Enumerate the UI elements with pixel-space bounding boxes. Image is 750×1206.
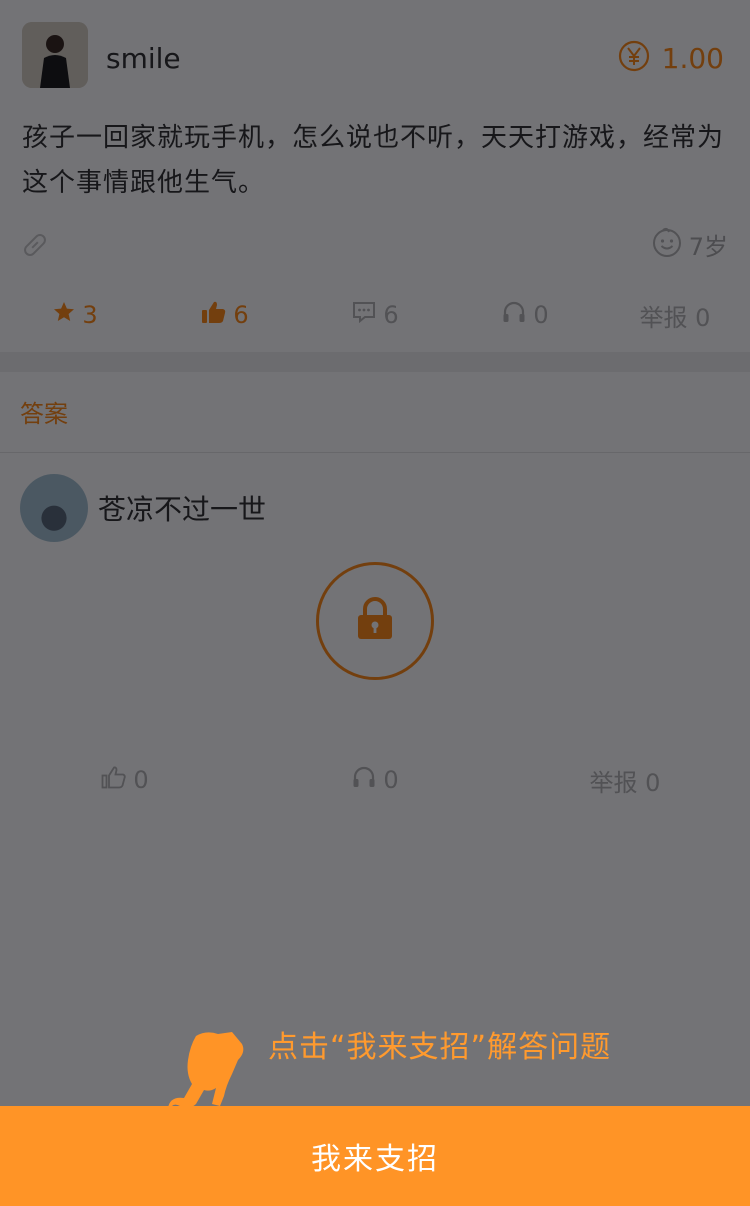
answer-section-title: 答案 xyxy=(20,400,68,428)
divider xyxy=(0,452,750,453)
comment-count: 6 xyxy=(383,301,399,329)
give-advice-button[interactable]: 我来支招 xyxy=(0,1106,750,1206)
question-user-avatar[interactable] xyxy=(22,22,88,88)
answer-listen-count: 0 xyxy=(383,766,399,794)
age-text: 7岁 xyxy=(688,232,728,261)
headphones-icon xyxy=(351,765,377,795)
favorite-count: 3 xyxy=(82,301,98,329)
pointing-hand-icon xyxy=(166,1026,246,1110)
answer-like-button[interactable]: 0 xyxy=(0,758,250,802)
report-label: 举报 0 xyxy=(639,303,711,332)
answer-like-count: 0 xyxy=(133,766,149,794)
answer-actions: 0 0 举报 0 xyxy=(0,758,750,802)
question-actions: 3 6 6 0 举报 0 xyxy=(0,292,750,338)
thumbs-up-icon xyxy=(201,300,227,330)
guide-hint-text: 点击“我来支招”解答问题 xyxy=(268,1030,612,1065)
answer-report-button[interactable]: 举报 0 xyxy=(500,758,750,802)
locked-answer-button[interactable] xyxy=(316,562,434,680)
question-user-name[interactable]: smile xyxy=(106,42,181,75)
question-text: 孩子一回家就玩手机，怎么说也不听，天天打游戏，经常为这个事情跟他生气。 xyxy=(22,123,725,198)
favorite-button[interactable]: 3 xyxy=(0,292,150,338)
tag-icon[interactable] xyxy=(20,230,50,260)
thumbs-up-outline-icon xyxy=(101,765,127,795)
like-count: 6 xyxy=(233,301,249,329)
listen-count: 0 xyxy=(533,301,549,329)
comment-button[interactable]: 6 xyxy=(300,292,450,338)
listen-button[interactable]: 0 xyxy=(450,292,600,338)
answer-user-avatar[interactable] xyxy=(20,474,88,542)
like-button[interactable]: 6 xyxy=(150,292,300,338)
question-card: smile 1.00 孩子一回家就玩手机，怎么说也不听，天天打游戏，经常为这个事… xyxy=(0,0,750,352)
comment-icon xyxy=(351,300,377,330)
yuan-coin-icon xyxy=(618,40,650,76)
reward: 1.00 xyxy=(618,38,724,78)
baby-face-icon xyxy=(651,226,683,262)
reward-amount: 1.00 xyxy=(661,41,724,75)
section-gap xyxy=(0,352,750,372)
child-age: 7岁 xyxy=(651,226,728,262)
headphones-icon xyxy=(501,300,527,330)
lock-icon xyxy=(355,597,395,645)
report-button[interactable]: 举报 0 xyxy=(600,292,750,338)
star-icon xyxy=(52,300,76,330)
answer-report-label: 举报 0 xyxy=(589,768,661,797)
answer-listen-button[interactable]: 0 xyxy=(250,758,500,802)
question-detail-page: smile 1.00 孩子一回家就玩手机，怎么说也不听，天天打游戏，经常为这个事… xyxy=(0,0,750,1206)
answer-user-name[interactable]: 苍凉不过一世 xyxy=(98,488,266,528)
answer-section: 答案 苍凉不过一世 0 0 举报 0 xyxy=(0,372,750,816)
